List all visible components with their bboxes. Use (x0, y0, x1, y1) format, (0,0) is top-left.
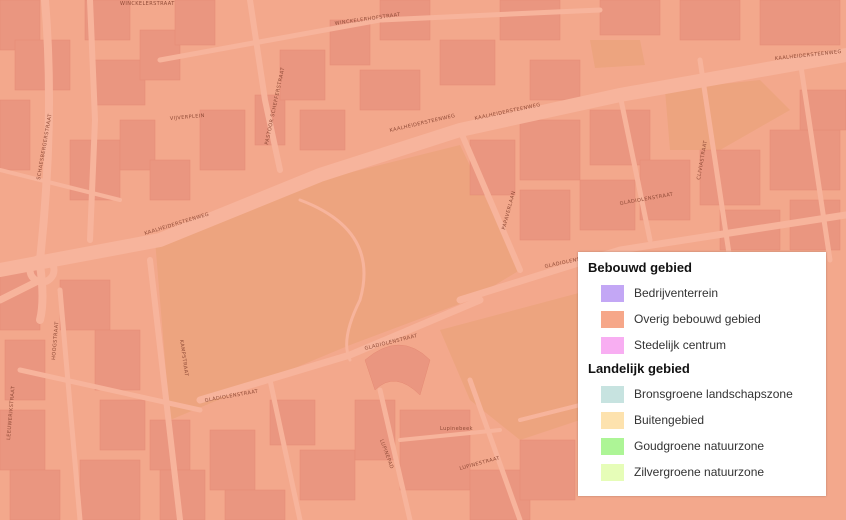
legend-heading: Bebouwd gebied (588, 260, 692, 275)
legend-swatch (601, 284, 624, 302)
legend-swatch (601, 463, 624, 481)
street-label: WINCKELERSTRAAT (120, 1, 175, 7)
legend-item: Bronsgroene landschapszone (588, 381, 816, 407)
legend-heading: Landelijk gebied (588, 361, 690, 376)
legend-label: Zilvergroene natuurzone (634, 465, 765, 479)
legend-swatch (601, 437, 624, 455)
legend-label: Bedrijventerrein (634, 286, 719, 300)
legend-item: Overig bebouwd gebied (588, 306, 816, 332)
legend-item: Zilvergroene natuurzone (588, 459, 816, 485)
legend-label: Stedelijk centrum (634, 338, 727, 352)
legend-swatch (601, 385, 624, 403)
legend-label: Bronsgroene landschapszone (634, 387, 793, 401)
legend-label: Buitengebied (634, 413, 705, 427)
legend-item: Bedrijventerrein (588, 280, 816, 306)
legend-item: Stedelijk centrum (588, 332, 816, 358)
legend-label: Goudgroene natuurzone (634, 439, 765, 453)
legend-item: Goudgroene natuurzone (588, 433, 816, 459)
legend-item: Buitengebied (588, 407, 816, 433)
legend-swatch (601, 336, 624, 354)
street-label: Lupinebeek (440, 426, 473, 432)
map-legend: Bebouwd gebied Bedrijventerrein Overig b… (578, 252, 826, 496)
legend-swatch (601, 310, 624, 328)
legend-swatch (601, 411, 624, 429)
legend-label: Overig bebouwd gebied (634, 312, 761, 326)
